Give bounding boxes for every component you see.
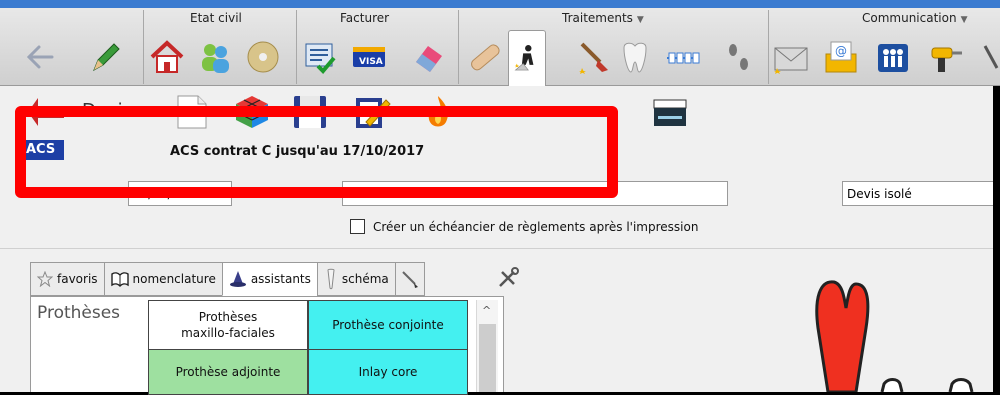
scanner-icon[interactable] [650, 92, 690, 132]
book-icon [110, 272, 129, 287]
button-label: Inlay core [358, 365, 418, 379]
pencil-icon[interactable] [86, 38, 124, 76]
family-icon[interactable] [874, 38, 912, 76]
group-label-etat-civil[interactable]: Etat civil [190, 11, 242, 25]
group-label-communication[interactable]: Communication ▼ [862, 11, 968, 25]
footprints-icon[interactable] [720, 38, 758, 76]
chevron-down-icon: ▼ [960, 15, 968, 25]
email-icon[interactable]: @ [822, 38, 860, 76]
prosthesis-maxillofacial-button[interactable]: Prothèses maxillo-faciales [148, 300, 308, 350]
tab-favoris[interactable]: favoris [30, 262, 104, 296]
house-icon[interactable] [148, 38, 186, 76]
patients-icon[interactable] [196, 38, 234, 76]
braces-icon[interactable] [664, 38, 702, 76]
tooth-schema-icon [327, 268, 335, 290]
main-ribbon: Etat civil Facturer Traitements ▼ Communi… [0, 8, 1000, 86]
visa-card-icon[interactable]: VISA [350, 38, 388, 76]
drill-icon[interactable] [926, 38, 964, 76]
schedule-checkbox-row[interactable]: Créer un échéancier de règlements après … [350, 219, 698, 234]
prosthesis-conjointe-button[interactable]: Prothèse conjointe [308, 300, 468, 350]
worker-icon[interactable] [508, 30, 546, 86]
prosthesis-adjointe-button[interactable]: Prothèse adjointe [148, 349, 308, 395]
application-window: Etat civil Facturer Traitements ▼ Communi… [0, 0, 1000, 395]
section-divider [0, 248, 1000, 249]
back-arrow-icon[interactable] [22, 38, 60, 76]
brush-icon [402, 271, 418, 288]
invoice-icon[interactable] [302, 38, 340, 76]
tab-label: schéma [341, 272, 389, 286]
tools-icon[interactable] [972, 38, 1000, 76]
category-title: Prothèses [37, 303, 121, 323]
devis-type-field[interactable] [842, 181, 1000, 206]
chevron-down-icon: ▼ [636, 15, 644, 25]
catalog-tabs: favoris nomenclature assistants schéma [30, 262, 425, 296]
group-label-traitements[interactable]: Traitements ▼ [562, 11, 644, 25]
disc-icon[interactable] [244, 38, 282, 76]
panel-scrollbar[interactable]: ^ [476, 300, 498, 392]
tab-label: nomenclature [132, 272, 216, 286]
tab-schema[interactable]: schéma [316, 262, 395, 296]
ribbon-separator [143, 10, 144, 84]
ribbon-separator [458, 10, 459, 84]
schedule-checkbox-label: Créer un échéancier de règlements après … [373, 219, 699, 234]
tab-brush-tool[interactable] [394, 262, 425, 296]
tab-label: assistants [250, 272, 311, 286]
button-label: Prothèse adjointe [175, 365, 281, 379]
schedule-checkbox[interactable] [350, 219, 365, 234]
inlay-core-button[interactable]: Inlay core [308, 349, 468, 395]
group-label-facturer[interactable]: Facturer [340, 11, 389, 25]
envelope-icon[interactable] [772, 38, 810, 76]
button-label: Prothèse conjointe [332, 318, 444, 332]
tooth-icon[interactable] [616, 38, 654, 76]
bandage-icon[interactable] [466, 38, 504, 76]
ribbon-separator [768, 10, 769, 84]
eraser-icon[interactable] [410, 38, 448, 76]
brush-icon[interactable] [576, 38, 614, 76]
window-title-strip [0, 0, 1000, 8]
tooth-schema-drawing[interactable] [790, 268, 1000, 392]
highlight-box [15, 106, 618, 198]
tools-icon[interactable] [496, 266, 520, 290]
svg-text:@: @ [835, 44, 847, 58]
tab-assistants[interactable]: assistants [221, 262, 317, 296]
tab-label: favoris [57, 272, 98, 286]
window-edge [993, 86, 1000, 392]
tab-nomenclature[interactable]: nomenclature [103, 262, 222, 296]
svg-text:VISA: VISA [359, 57, 383, 67]
wizard-hat-icon [229, 271, 246, 287]
chevron-up-icon[interactable]: ^ [482, 304, 491, 317]
scrollbar-thumb[interactable] [479, 324, 496, 392]
ribbon-separator [296, 10, 297, 84]
button-label: Prothèses maxillo-faciales [181, 310, 275, 340]
star-icon [37, 271, 53, 287]
